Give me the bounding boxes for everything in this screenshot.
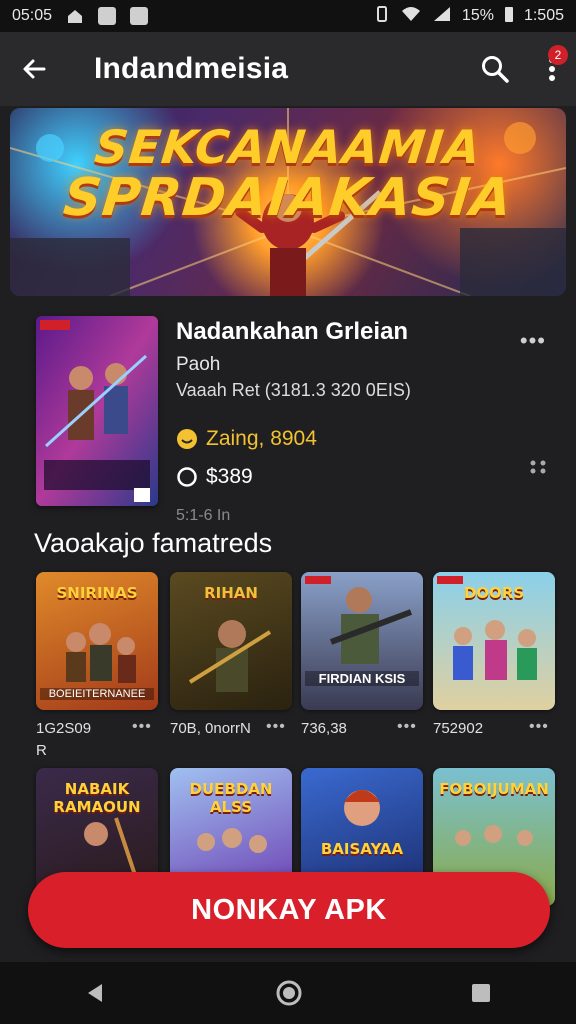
tile-meta-secondary: R — [36, 742, 47, 759]
nav-back-icon[interactable] — [84, 981, 108, 1005]
smile-icon — [176, 428, 198, 450]
overflow-menu-button[interactable]: 2 — [548, 45, 568, 83]
grid-icon[interactable] — [530, 460, 546, 474]
price-value: $389 — [206, 465, 253, 488]
app-bar: Indandmeisia 2 — [0, 32, 576, 106]
game-rating: Zaing, 8904 — [176, 427, 556, 451]
game-tile[interactable]: FIRDIAN KSIS — [301, 572, 423, 710]
banner-title-line2: SPRDAIAKASIA — [60, 168, 516, 228]
gallery-icon — [130, 7, 149, 25]
hero-banner[interactable]: SEKCANAAMIA SPRDAIAKASIA — [10, 108, 566, 296]
game-price: $389 — [176, 465, 556, 489]
tile-more-button[interactable]: ••• — [266, 718, 286, 736]
game-tile[interactable]: RIHAN — [170, 572, 292, 710]
game-publisher: Paoh — [176, 354, 221, 375]
back-icon[interactable] — [20, 55, 48, 83]
battery-icon — [504, 5, 514, 28]
banner-title-line1: SEKCANAAMIA — [92, 120, 484, 174]
game-info: Nadankahan Grleian Paoh Vaaah Ret (3181.… — [176, 318, 556, 525]
game-title: Nadankahan Grleian — [176, 318, 409, 345]
tile-caption: BOEIEITERNANEE — [40, 688, 154, 700]
game-tile[interactable]: SNIRINAS BOEIEITERNANEE — [36, 572, 158, 710]
game-version: Vaaah Ret (3181.3 320 0EIS) — [176, 380, 411, 400]
game-size: 5:1-6 In — [176, 507, 231, 524]
nav-home-icon[interactable] — [275, 979, 303, 1007]
status-clock: 1:505 — [523, 7, 564, 24]
tile-more-button[interactable]: ••• — [132, 718, 152, 736]
tile-meta: 736,38 — [301, 720, 347, 737]
shield-icon — [176, 466, 198, 488]
tile-more-button[interactable]: ••• — [529, 718, 549, 736]
page-title: Indandmeisia — [94, 52, 289, 85]
status-time: 05:05 — [12, 7, 53, 24]
cover-artwork — [36, 316, 158, 506]
tile-meta: 1G2S09 — [36, 720, 92, 737]
sim-icon — [98, 7, 117, 25]
game-detail: Nadankahan Grleian Paoh Vaaah Ret (3181.… — [0, 300, 576, 524]
game-more-button[interactable]: ••• — [520, 328, 546, 354]
system-nav-bar — [0, 962, 576, 1024]
vibrate-icon — [374, 5, 390, 28]
tile-artwork — [305, 576, 413, 664]
install-apk-button[interactable]: NONKAY APK — [28, 872, 550, 948]
game-tile[interactable]: DOORS — [433, 572, 555, 710]
tile-artwork — [437, 576, 537, 680]
tile-caption: FIRDIAN KSIS — [305, 671, 419, 686]
tile-meta: 70B, 0norrN — [170, 720, 251, 737]
wifi-icon — [400, 5, 422, 28]
nav-recents-icon[interactable] — [470, 982, 492, 1004]
rating-value: Zaing, 8904 — [206, 427, 317, 450]
tile-artwork — [188, 620, 272, 692]
status-bar: 05:05 15% 1:505 — [0, 0, 576, 32]
home-icon — [66, 7, 84, 25]
game-cover-image[interactable] — [36, 316, 158, 506]
signal-icon — [432, 5, 452, 28]
battery-level: 15% — [461, 7, 494, 24]
tile-meta: 752902 — [433, 720, 484, 737]
section-title: Vaoakajo famatreds — [34, 528, 273, 558]
search-icon[interactable] — [480, 54, 510, 84]
notification-badge: 2 — [548, 45, 568, 65]
tile-more-button[interactable]: ••• — [397, 718, 417, 736]
